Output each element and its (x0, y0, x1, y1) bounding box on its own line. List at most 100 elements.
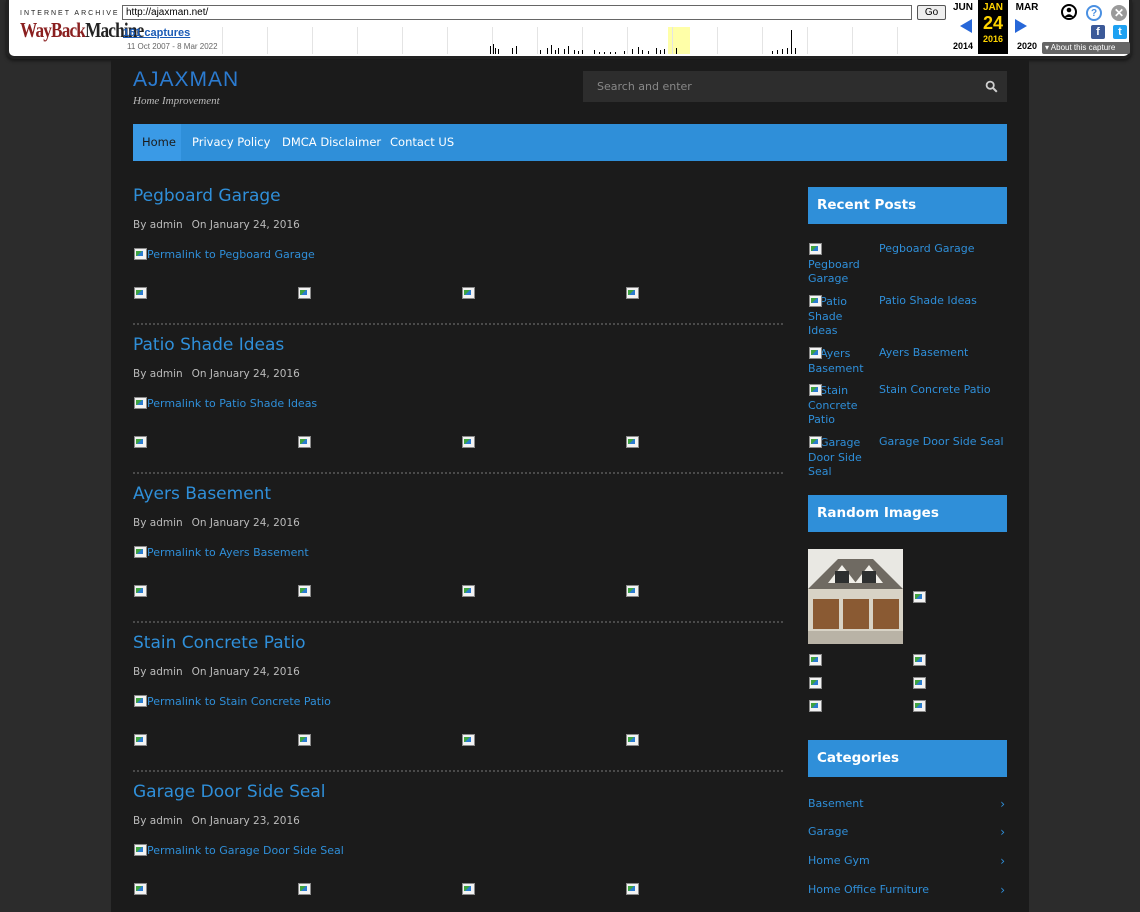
post-separator (133, 323, 783, 325)
about-capture-button[interactable]: ▾ About this capture (1042, 42, 1130, 54)
recent-post-link[interactable]: Pegboard Garage (879, 242, 975, 255)
broken-image-icon[interactable] (297, 733, 311, 746)
recent-post-link[interactable]: Ayers Basement (879, 346, 968, 359)
recent-post-link[interactable]: Garage Door Side Seal (879, 435, 1004, 448)
recent-posts-title: Recent Posts (808, 187, 1007, 224)
wayback-go-button[interactable]: Go (917, 5, 946, 20)
broken-image-icon[interactable] (297, 286, 311, 299)
next-year[interactable]: 2020 (1012, 41, 1042, 51)
chevron-right-icon: › (1000, 854, 1005, 868)
recent-post-link[interactable]: Patio Shade Ideas (879, 294, 977, 307)
post-permalink[interactable]: Permalink to Stain Concrete Patio (133, 694, 331, 708)
category-item[interactable]: Basement › (808, 797, 1007, 813)
chevron-right-icon: › (1000, 825, 1005, 839)
category-label: Basement (808, 797, 864, 810)
site-brand[interactable]: AJAXMAN (133, 68, 239, 92)
broken-image-icon[interactable] (133, 584, 147, 597)
broken-image-icon[interactable] (461, 286, 475, 299)
post-date: On January 24, 2016 (191, 368, 300, 380)
broken-image-icon (133, 247, 147, 260)
post-meta: By admin On January 24, 2016 (133, 219, 309, 231)
broken-image-icon[interactable] (297, 882, 311, 895)
broken-image-icon[interactable] (461, 882, 475, 895)
post-author[interactable]: By admin (133, 368, 183, 380)
post-permalink-text: Permalink to Patio Shade Ideas (147, 397, 318, 410)
sparkline-bar (656, 48, 657, 54)
sparkline-bar (495, 48, 496, 54)
recent-post-image[interactable]: Garage Door Side Seal (808, 435, 870, 480)
captures-link[interactable]: 161 captures (123, 27, 190, 39)
category-item[interactable]: Garage › (808, 825, 1007, 841)
nav-home[interactable]: Home (142, 124, 176, 161)
sparkline-year-divider (672, 27, 673, 54)
sparkline-bar (642, 50, 643, 54)
post-author[interactable]: By admin (133, 666, 183, 678)
user-icon[interactable] (1061, 4, 1077, 20)
sparkline-bar (578, 51, 579, 54)
broken-image-icon[interactable] (461, 584, 475, 597)
broken-image-icon[interactable] (133, 435, 147, 448)
broken-image-icon[interactable] (912, 590, 926, 603)
broken-image-icon[interactable] (625, 584, 639, 597)
post-permalink[interactable]: Permalink to Patio Shade Ideas (133, 396, 317, 410)
broken-image-icon (133, 396, 147, 409)
nav-dmca-disclaimer[interactable]: DMCA Disclaimer (282, 124, 381, 161)
sparkline-bar (498, 49, 499, 54)
garage-photo[interactable] (808, 549, 903, 644)
broken-image-icon[interactable] (625, 435, 639, 448)
post-title[interactable]: Stain Concrete Patio (133, 633, 305, 653)
broken-image-icon[interactable] (912, 699, 926, 712)
broken-image-icon[interactable] (133, 733, 147, 746)
twitter-icon[interactable]: t (1113, 25, 1127, 39)
post-author[interactable]: By admin (133, 517, 183, 529)
post-title[interactable]: Pegboard Garage (133, 186, 281, 206)
sparkline-bar (624, 51, 625, 54)
recent-post-image[interactable]: Stain Concrete Patio (808, 383, 870, 428)
search-icon[interactable] (985, 80, 998, 93)
sparkline-year-divider (627, 27, 628, 54)
facebook-icon[interactable]: f (1091, 25, 1105, 39)
broken-image-icon[interactable] (808, 699, 822, 712)
broken-image-icon[interactable] (912, 676, 926, 689)
close-icon[interactable]: ✕ (1111, 5, 1127, 21)
wayback-url-input[interactable]: http://ajaxman.net/ (122, 5, 912, 20)
broken-image-icon[interactable] (297, 435, 311, 448)
post-author[interactable]: By admin (133, 815, 183, 827)
broken-image-icon[interactable] (461, 435, 475, 448)
broken-image-icon[interactable] (808, 653, 822, 666)
broken-image-icon[interactable] (133, 286, 147, 299)
prev-year[interactable]: 2014 (948, 41, 978, 51)
broken-image-icon[interactable] (808, 676, 822, 689)
nav-privacy-policy[interactable]: Privacy Policy (192, 124, 270, 161)
broken-image-icon[interactable] (625, 733, 639, 746)
post-title[interactable]: Patio Shade Ideas (133, 335, 284, 355)
recent-post-link[interactable]: Stain Concrete Patio (879, 383, 991, 396)
category-item[interactable]: Home Office Furniture › (808, 883, 1007, 899)
prev-capture-icon[interactable] (960, 19, 972, 33)
sparkline-year-divider (897, 27, 898, 54)
post-author[interactable]: By admin (133, 219, 183, 231)
recent-post-image[interactable]: Patio Shade Ideas (808, 294, 870, 339)
recent-post-image[interactable]: Pegboard Garage (808, 242, 870, 287)
broken-image-icon[interactable] (625, 286, 639, 299)
search-input[interactable]: Search and enter (583, 71, 1007, 102)
recent-post-image[interactable]: Ayers Basement (808, 346, 870, 376)
nav-contact-us[interactable]: Contact US (390, 124, 454, 161)
post-permalink[interactable]: Permalink to Garage Door Side Seal (133, 843, 344, 857)
broken-image-icon[interactable] (133, 882, 147, 895)
prev-month[interactable]: JUN (948, 2, 978, 13)
post-title[interactable]: Ayers Basement (133, 484, 271, 504)
capture-sparkline[interactable] (222, 27, 946, 54)
broken-image-icon[interactable] (912, 653, 926, 666)
broken-image-icon[interactable] (625, 882, 639, 895)
broken-image-icon[interactable] (461, 733, 475, 746)
next-capture-icon[interactable] (1015, 19, 1027, 33)
post-permalink[interactable]: Permalink to Ayers Basement (133, 545, 309, 559)
post-title[interactable]: Garage Door Side Seal (133, 782, 326, 802)
broken-image-icon[interactable] (297, 584, 311, 597)
help-icon[interactable]: ? (1086, 5, 1102, 21)
category-item[interactable]: Home Gym › (808, 854, 1007, 870)
post-permalink[interactable]: Permalink to Pegboard Garage (133, 247, 315, 261)
next-month[interactable]: MAR (1012, 2, 1042, 13)
sparkline-year-divider (402, 27, 403, 54)
